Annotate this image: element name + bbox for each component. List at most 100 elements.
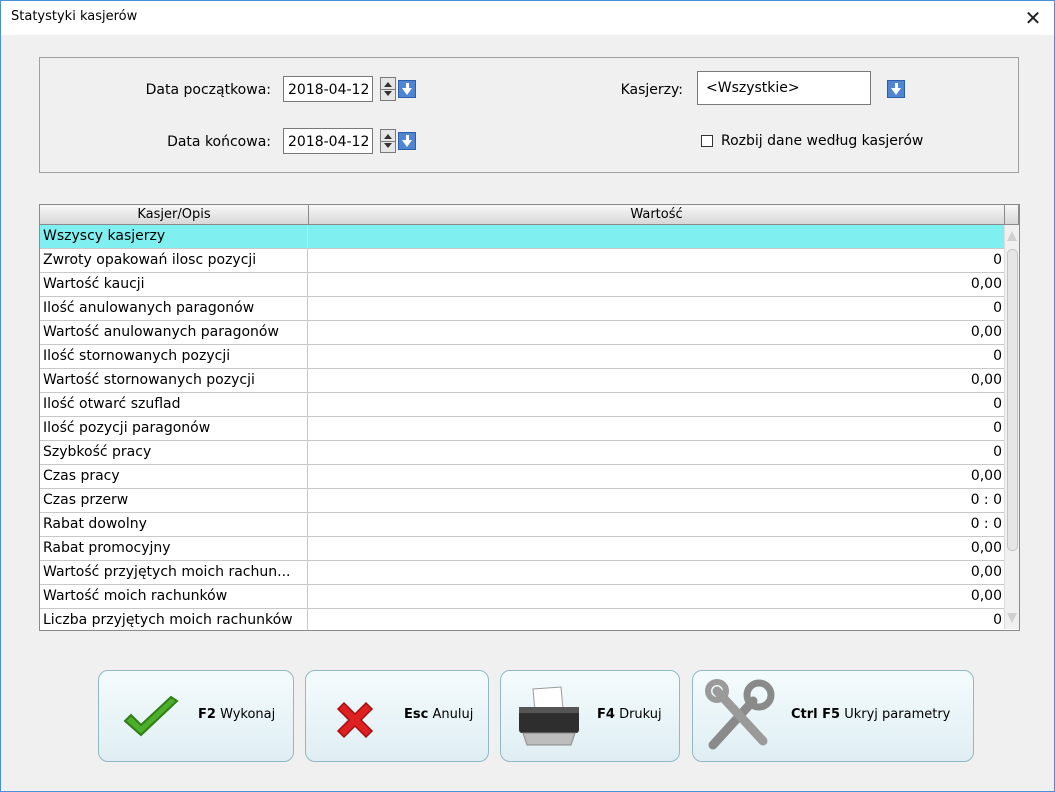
- scroll-thumb[interactable]: [1007, 249, 1018, 551]
- split-by-cashier-label: Rozbij dane według kasjerów: [721, 133, 924, 149]
- arrow-down-icon: [891, 88, 901, 95]
- row-value: 0: [993, 420, 1002, 436]
- parameters-panel: [39, 57, 1019, 173]
- row-label: Wartość kaucji: [40, 273, 308, 296]
- execute-key: F2: [198, 707, 216, 722]
- row-value: 0: [993, 612, 1002, 628]
- row-label: Wszyscy kasjerzy: [40, 225, 308, 248]
- row-value: 0,00: [970, 468, 1002, 484]
- table-row[interactable]: Rabat dowolny 0 : 0: [40, 513, 1005, 537]
- row-value: 0: [993, 348, 1002, 364]
- date-end-input[interactable]: 2018-04-12: [283, 128, 373, 154]
- row-value: [308, 225, 1005, 248]
- row-label: Wartość przyjętych moich rachun...: [40, 561, 308, 584]
- cancel-x-icon: [336, 701, 374, 739]
- row-label: Liczba przyjętych moich rachunków: [40, 609, 308, 630]
- row-value: 0: [993, 444, 1002, 460]
- row-label: Ilość stornowanych pozycji: [40, 345, 308, 368]
- spin-down-icon: [384, 143, 392, 148]
- hide-label: Ukryj parametry: [844, 707, 951, 722]
- table-row[interactable]: Ilość otwarć szuflad 0: [40, 393, 1005, 417]
- execute-label: Wykonaj: [220, 707, 276, 722]
- row-value: 0 : 0: [970, 492, 1002, 508]
- row-value: 0: [993, 396, 1002, 412]
- header-corner: [1005, 205, 1019, 225]
- split-by-cashier-checkbox[interactable]: [701, 135, 713, 147]
- row-value: 0,00: [970, 324, 1002, 340]
- column-header-value[interactable]: Wartość: [309, 205, 1005, 225]
- stats-grid: Kasjer/Opis Wartość Wszyscy kasjerzy Zwro…: [39, 204, 1020, 631]
- table-row[interactable]: Ilość stornowanych pozycji 0: [40, 345, 1005, 369]
- row-value: 0,00: [970, 564, 1002, 580]
- tools-icon: [705, 679, 775, 750]
- date-end-picker-button[interactable]: [398, 132, 416, 150]
- hide-parameters-button[interactable]: Ctrl F5 Ukryj parametry: [692, 670, 974, 762]
- row-value: 0,00: [970, 372, 1002, 388]
- arrow-down-icon: [402, 88, 412, 95]
- table-row[interactable]: Zwroty opakowań ilosc pozycji 0: [40, 249, 1005, 273]
- table-row[interactable]: Czas przerw 0 : 0: [40, 489, 1005, 513]
- cashiers-label: Kasjerzy:: [620, 82, 683, 98]
- row-value: 0: [993, 252, 1002, 268]
- cancel-key: Esc: [404, 707, 429, 722]
- table-row[interactable]: Ilość anulowanych paragonów 0: [40, 297, 1005, 321]
- row-label: Wartość stornowanych pozycji: [40, 369, 308, 392]
- date-start-label: Data początkowa:: [145, 82, 271, 98]
- table-row[interactable]: Wartość kaucji 0,00: [40, 273, 1005, 297]
- dialog-window: Statystyki kasjerów ✕ Data początkowa: 2…: [0, 0, 1055, 792]
- row-label: Ilość anulowanych paragonów: [40, 297, 308, 320]
- table-row[interactable]: Wartość stornowanych pozycji 0,00: [40, 369, 1005, 393]
- row-label: Czas pracy: [40, 465, 308, 488]
- checkmark-icon: [123, 695, 179, 737]
- window-title: Statystyki kasjerów: [11, 9, 138, 24]
- row-label: Rabat promocyjny: [40, 537, 308, 560]
- row-value: 0: [993, 300, 1002, 316]
- row-value: 0,00: [970, 276, 1002, 292]
- scroll-down-icon[interactable]: [1007, 613, 1017, 623]
- vertical-scrollbar[interactable]: [1004, 225, 1019, 629]
- cashiers-select[interactable]: <Wszystkie>: [697, 71, 871, 105]
- table-row[interactable]: Czas pracy 0,00: [40, 465, 1005, 489]
- table-row[interactable]: Ilość pozycji paragonów 0: [40, 417, 1005, 441]
- printer-icon: [519, 686, 579, 746]
- table-row[interactable]: Wartość anulowanych paragonów 0,00: [40, 321, 1005, 345]
- row-label: Czas przerw: [40, 489, 308, 512]
- row-label: Rabat dowolny: [40, 513, 308, 536]
- row-label: Szybkość pracy: [40, 441, 308, 464]
- row-label: Wartość anulowanych paragonów: [40, 321, 308, 344]
- hide-key: Ctrl F5: [791, 707, 841, 722]
- column-header-cashier[interactable]: Kasjer/Opis: [40, 205, 309, 225]
- title-bar: Statystyki kasjerów ✕: [1, 1, 1054, 35]
- spin-down-icon: [384, 91, 392, 96]
- spin-up-icon: [384, 82, 392, 87]
- scroll-up-icon[interactable]: [1007, 231, 1017, 241]
- date-start-picker-button[interactable]: [398, 80, 416, 98]
- table-row[interactable]: Szybkość pracy 0: [40, 441, 1005, 465]
- cancel-label: Anuluj: [432, 707, 474, 722]
- date-start-input[interactable]: 2018-04-12: [283, 76, 373, 102]
- table-row[interactable]: Wartość moich rachunków 0,00: [40, 585, 1005, 609]
- table-row[interactable]: Rabat promocyjny 0,00: [40, 537, 1005, 561]
- date-end-label: Data końcowa:: [167, 134, 271, 150]
- date-end-spinner[interactable]: [380, 129, 396, 153]
- table-row[interactable]: Wartość przyjętych moich rachun... 0,00: [40, 561, 1005, 585]
- row-value: 0,00: [970, 540, 1002, 556]
- row-label: Wartość moich rachunków: [40, 585, 308, 608]
- spin-up-icon: [384, 134, 392, 139]
- print-key: F4: [597, 707, 615, 722]
- row-label: Ilość otwarć szuflad: [40, 393, 308, 416]
- row-value: 0,00: [970, 588, 1002, 604]
- row-value: 0 : 0: [970, 516, 1002, 532]
- table-row[interactable]: Wszyscy kasjerzy: [40, 225, 1005, 249]
- print-label: Drukuj: [619, 707, 662, 722]
- date-start-spinner[interactable]: [380, 77, 396, 101]
- row-label: Zwroty opakowań ilosc pozycji: [40, 249, 308, 272]
- cashiers-dropdown-button[interactable]: [887, 80, 905, 98]
- arrow-down-icon: [402, 140, 412, 147]
- table-row[interactable]: Liczba przyjętych moich rachunków 0: [40, 609, 1005, 630]
- close-icon[interactable]: ✕: [1018, 3, 1048, 33]
- cancel-button[interactable]: Esc Anuluj: [305, 670, 489, 762]
- print-button[interactable]: F4 Drukuj: [500, 670, 680, 762]
- execute-button[interactable]: F2 Wykonaj: [98, 670, 294, 762]
- row-label: Ilość pozycji paragonów: [40, 417, 308, 440]
